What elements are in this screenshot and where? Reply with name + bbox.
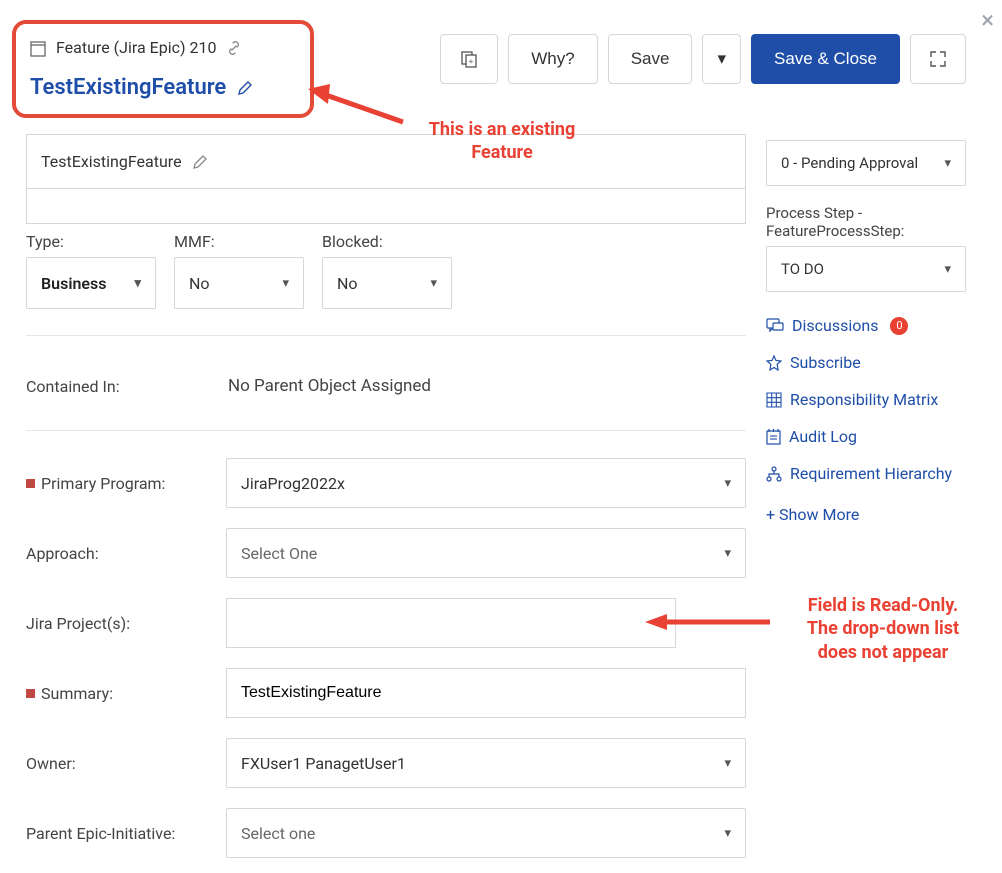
feature-icon bbox=[30, 39, 46, 57]
name-value: TestExistingFeature bbox=[41, 152, 182, 171]
subscribe-label: Subscribe bbox=[790, 353, 861, 372]
parent-epic-label: Parent Epic-Initiative: bbox=[26, 824, 226, 843]
annotation-arrow-2 bbox=[645, 612, 775, 632]
chevron-down-icon: ▾ bbox=[430, 276, 437, 291]
required-indicator bbox=[26, 479, 35, 488]
blocked-label: Blocked: bbox=[322, 232, 452, 251]
copy-button[interactable]: + bbox=[440, 34, 498, 84]
blocked-dropdown[interactable]: No ▾ bbox=[322, 257, 452, 309]
status-value: 0 - Pending Approval bbox=[781, 154, 918, 172]
hierarchy-icon bbox=[766, 466, 782, 482]
divider bbox=[26, 335, 746, 336]
chevron-down-icon: ▾ bbox=[944, 262, 951, 277]
why-button[interactable]: Why? bbox=[508, 34, 597, 84]
annotation-arrow-1 bbox=[308, 84, 408, 128]
discussion-icon bbox=[766, 318, 784, 334]
summary-input[interactable] bbox=[226, 668, 746, 718]
audit-log-link[interactable]: Audit Log bbox=[766, 427, 992, 446]
chevron-down-icon: ▾ bbox=[724, 476, 731, 491]
responsibility-matrix-label: Responsibility Matrix bbox=[790, 390, 938, 409]
type-value: Business bbox=[41, 274, 106, 293]
owner-value: FXUser1 PanagetUser1 bbox=[241, 754, 406, 773]
process-step-label: Process Step - FeatureProcessStep: bbox=[766, 204, 992, 240]
divider bbox=[26, 430, 746, 431]
primary-program-value: JiraProg2022x bbox=[241, 474, 345, 493]
approach-label: Approach: bbox=[26, 544, 226, 563]
grid-icon bbox=[766, 392, 782, 408]
title-block: Feature (Jira Epic) 210 TestExistingFeat… bbox=[12, 20, 314, 118]
status-dropdown[interactable]: 0 - Pending Approval ▾ bbox=[766, 140, 966, 186]
feature-title: TestExistingFeature bbox=[30, 75, 226, 100]
chevron-down-icon: ▾ bbox=[282, 276, 289, 291]
type-dropdown[interactable]: Business ▾ bbox=[26, 257, 156, 309]
chevron-down-icon: ▾ bbox=[134, 276, 141, 291]
responsibility-matrix-link[interactable]: Responsibility Matrix bbox=[766, 390, 992, 409]
discussions-badge: 0 bbox=[890, 317, 908, 335]
log-icon bbox=[766, 428, 781, 445]
discussions-label: Discussions bbox=[792, 316, 878, 335]
svg-text:+: + bbox=[469, 57, 474, 66]
mmf-value: No bbox=[189, 274, 210, 293]
toolbar: + Why? Save ▾ Save & Close bbox=[440, 34, 966, 84]
discussions-link[interactable]: Discussions 0 bbox=[766, 316, 992, 335]
expand-button[interactable] bbox=[910, 34, 966, 84]
chevron-down-icon: ▾ bbox=[724, 756, 731, 771]
show-more-link[interactable]: + Show More bbox=[766, 505, 992, 524]
feature-type-label: Feature (Jira Epic) 210 bbox=[56, 38, 216, 57]
required-indicator bbox=[26, 689, 35, 698]
name-field-ext bbox=[26, 188, 746, 224]
type-label: Type: bbox=[26, 232, 156, 251]
edit-name-icon[interactable] bbox=[192, 154, 208, 170]
approach-dropdown[interactable]: Select One ▾ bbox=[226, 528, 746, 578]
chevron-down-icon: ▾ bbox=[944, 156, 951, 171]
star-icon bbox=[766, 355, 782, 371]
primary-program-label: Primary Program: bbox=[41, 474, 165, 493]
expand-icon bbox=[929, 50, 947, 68]
summary-label: Summary: bbox=[41, 684, 113, 703]
close-icon[interactable]: × bbox=[981, 6, 994, 34]
requirement-hierarchy-link[interactable]: Requirement Hierarchy bbox=[766, 464, 992, 483]
owner-dropdown[interactable]: FXUser1 PanagetUser1 ▾ bbox=[226, 738, 746, 788]
subscribe-link[interactable]: Subscribe bbox=[766, 353, 992, 372]
primary-program-dropdown[interactable]: JiraProg2022x ▾ bbox=[226, 458, 746, 508]
save-button[interactable]: Save bbox=[608, 34, 693, 84]
requirement-hierarchy-label: Requirement Hierarchy bbox=[790, 464, 952, 483]
jira-projects-field bbox=[226, 598, 676, 648]
blocked-value: No bbox=[337, 274, 358, 293]
process-step-dropdown[interactable]: TO DO ▾ bbox=[766, 246, 966, 292]
save-close-button[interactable]: Save & Close bbox=[751, 34, 900, 84]
link-icon[interactable] bbox=[226, 40, 242, 56]
mmf-dropdown[interactable]: No ▾ bbox=[174, 257, 304, 309]
chevron-down-icon: ▾ bbox=[724, 826, 731, 841]
audit-log-label: Audit Log bbox=[789, 427, 857, 446]
parent-epic-placeholder: Select one bbox=[241, 824, 315, 843]
edit-title-icon[interactable] bbox=[236, 79, 254, 97]
process-step-value: TO DO bbox=[781, 260, 824, 278]
annotation-readonly: Field is Read-Only.The drop-down listdoe… bbox=[778, 594, 988, 664]
jira-projects-label: Jira Project(s): bbox=[26, 614, 226, 633]
mmf-label: MMF: bbox=[174, 232, 304, 251]
contained-in-label: Contained In: bbox=[26, 377, 226, 396]
name-field[interactable]: TestExistingFeature bbox=[26, 134, 746, 188]
annotation-existing-feature: This is an existingFeature bbox=[402, 118, 602, 165]
save-dropdown-button[interactable]: ▾ bbox=[702, 34, 741, 84]
copy-icon: + bbox=[459, 49, 479, 69]
chevron-down-icon: ▾ bbox=[724, 546, 731, 561]
approach-placeholder: Select One bbox=[241, 544, 317, 563]
owner-label: Owner: bbox=[26, 754, 226, 773]
contained-in-value: No Parent Object Assigned bbox=[226, 376, 431, 396]
parent-epic-dropdown[interactable]: Select one ▾ bbox=[226, 808, 746, 858]
